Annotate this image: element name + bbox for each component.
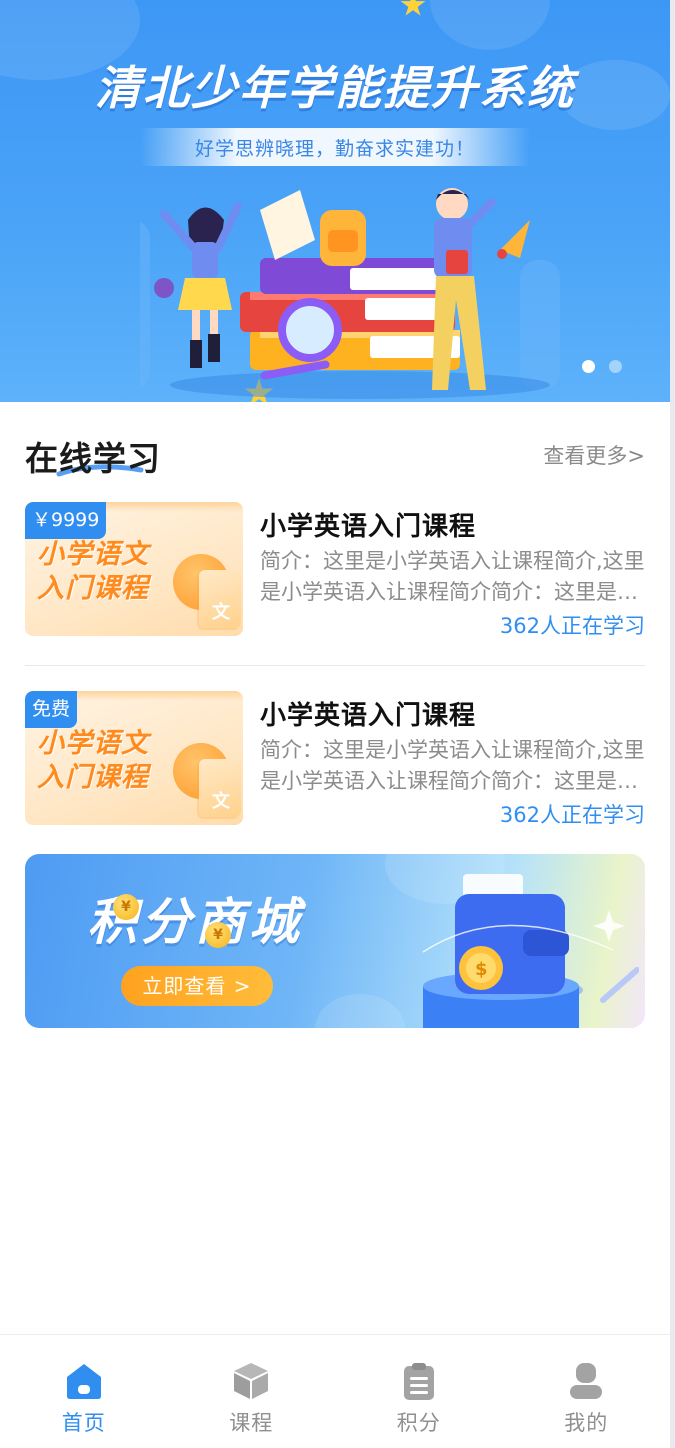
book-char: 文 bbox=[212, 602, 230, 623]
tab-label: 我的 bbox=[564, 1411, 609, 1435]
thumbnail-title-line: 入门课程 bbox=[37, 762, 149, 793]
course-title: 小学英语入门课程 bbox=[260, 512, 477, 542]
star-icon bbox=[400, 0, 426, 16]
course-thumbnail: 小学语文 入门课程 文 免费 bbox=[25, 691, 243, 825]
wallet-coin-illustration: $ bbox=[422, 874, 639, 1028]
tab-points[interactable]: 积分 bbox=[335, 1335, 503, 1448]
price-badge: ￥9999 bbox=[25, 502, 107, 539]
carousel-dot[interactable] bbox=[582, 360, 595, 373]
students-books-illustration bbox=[140, 188, 560, 399]
course-description: 简介：这里是小学英语入让课程简介,这里是小学英语入让课程简介简介：这里是小学英语… bbox=[260, 549, 645, 604]
banner-title: 清北少年学能提升系统 bbox=[95, 61, 575, 115]
course-card[interactable]: 小学语文 入门课程 文 ￥9999 小学英语入门课程 简介：这里是小学英语入让课… bbox=[25, 502, 645, 638]
thumbnail-title: 小学语文 入门课程 bbox=[37, 538, 149, 606]
scrollbar-track bbox=[670, 0, 675, 1448]
thumbnail-title-line: 小学语文 bbox=[37, 539, 149, 570]
coin-icon: ¥ bbox=[113, 894, 139, 920]
clipboard-icon bbox=[403, 1363, 434, 1400]
bottom-tab-bar: 首页 课程 积分 我的 bbox=[0, 1334, 670, 1448]
tab-label: 首页 bbox=[61, 1411, 106, 1435]
course-thumbnail: 小学语文 入门课程 文 ￥9999 bbox=[25, 502, 243, 636]
thumbnail-title-line: 小学语文 bbox=[37, 728, 149, 759]
tab-profile[interactable]: 我的 bbox=[503, 1335, 671, 1448]
banner-subtitle-ribbon: 好学思辨晓理，勤奋求实建功！ bbox=[140, 128, 530, 166]
coin-icon: ¥ bbox=[205, 922, 231, 948]
box-icon bbox=[234, 1363, 269, 1399]
mall-decor-blob bbox=[315, 994, 405, 1028]
learner-count: 362人正在学习 bbox=[499, 614, 645, 638]
learner-count: 362人正在学习 bbox=[499, 803, 645, 827]
thumbnail-title-line: 入门课程 bbox=[37, 573, 149, 604]
course-description: 简介：这里是小学英语入让课程简介,这里是小学英语入让课程简介简介：这里是小学英语… bbox=[260, 738, 645, 793]
carousel-dot[interactable] bbox=[609, 360, 622, 373]
book-char: 文 bbox=[212, 791, 230, 812]
banner-subtitle: 好学思辨晓理，勤奋求实建功！ bbox=[194, 137, 475, 160]
user-icon bbox=[570, 1363, 603, 1399]
tab-label: 课程 bbox=[229, 1411, 274, 1435]
hero-banner[interactable]: 清北少年学能提升系统 好学思辨晓理，勤奋求实建功！ bbox=[0, 0, 670, 402]
svg-text:$: $ bbox=[475, 959, 488, 980]
home-icon bbox=[66, 1364, 101, 1399]
see-more-link[interactable]: 查看更多> bbox=[543, 440, 645, 470]
online-learning-header: 在线学习 查看更多> bbox=[25, 430, 645, 478]
carousel-indicator[interactable] bbox=[582, 360, 622, 373]
tab-courses[interactable]: 课程 bbox=[168, 1335, 336, 1448]
points-mall-banner[interactable]: 积分商城 ¥ ¥ 立即查看 > $ bbox=[25, 854, 645, 1028]
free-badge: 免费 bbox=[25, 691, 78, 728]
divider bbox=[25, 665, 645, 666]
course-title: 小学英语入门课程 bbox=[260, 701, 477, 731]
course-card[interactable]: 小学语文 入门课程 文 免费 小学英语入门课程 简介：这里是小学英语入让课程简介… bbox=[25, 691, 645, 827]
section-title: 在线学习 bbox=[25, 439, 161, 478]
view-now-button[interactable]: 立即查看 > bbox=[121, 966, 273, 1006]
tab-label: 积分 bbox=[396, 1411, 441, 1435]
tab-home[interactable]: 首页 bbox=[0, 1335, 168, 1448]
thumbnail-title: 小学语文 入门课程 bbox=[37, 727, 149, 795]
banner-decor-blob bbox=[430, 0, 550, 50]
